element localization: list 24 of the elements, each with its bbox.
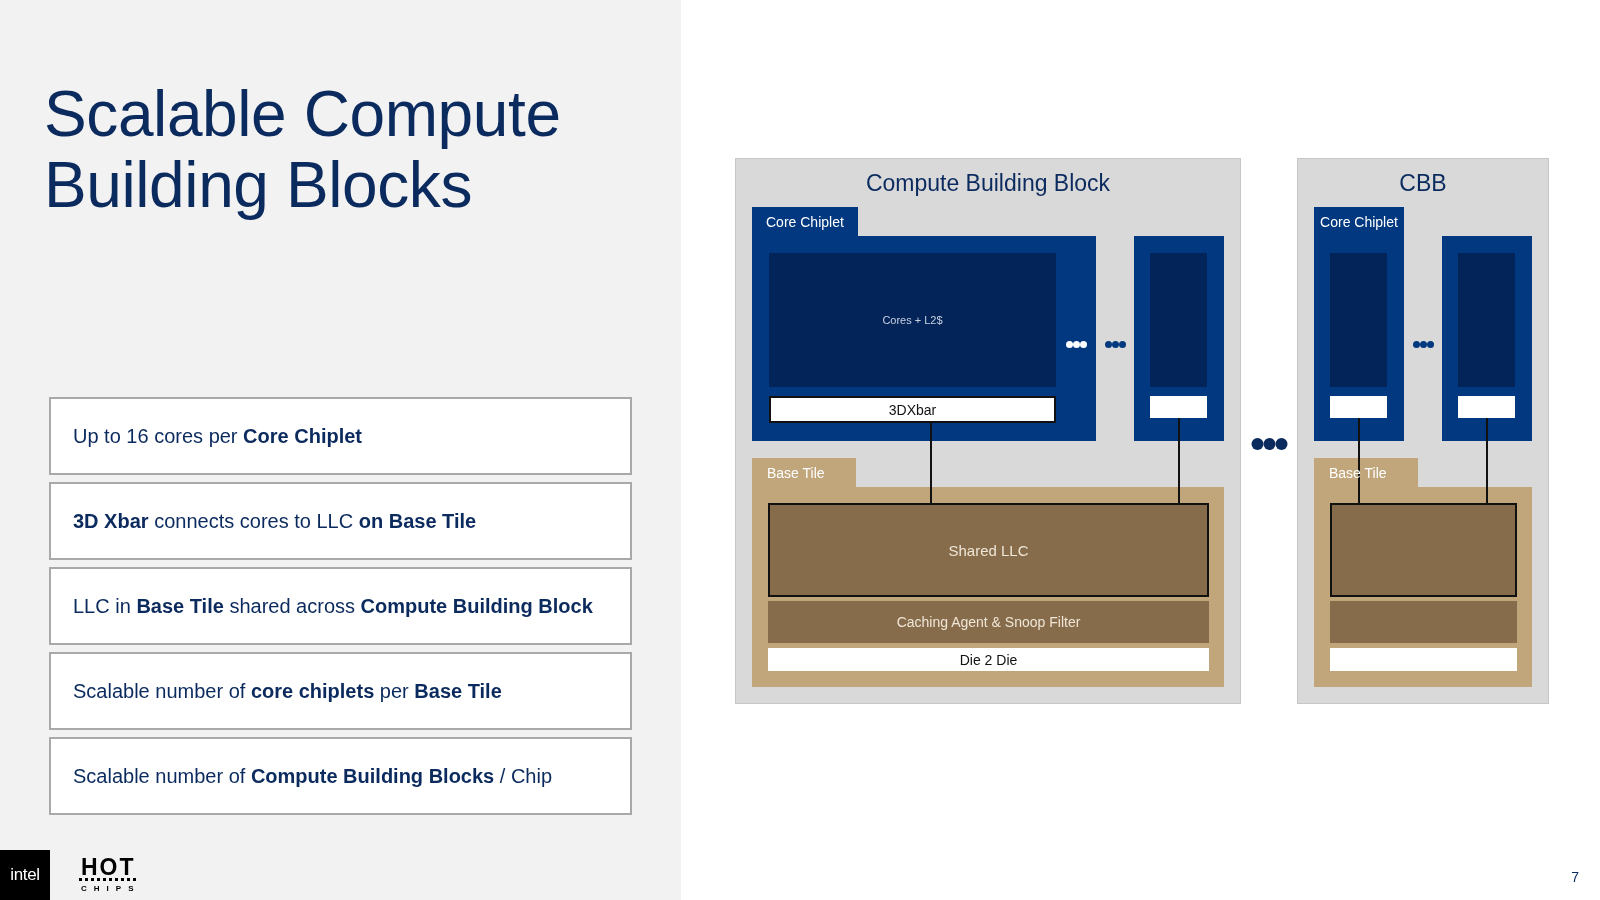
- bullet-text: Scalable number of core chiplets per Base Tile: [73, 679, 502, 703]
- slide-title: Scalable Compute Building Blocks: [44, 79, 562, 221]
- agent-label: Caching Agent & Snoop Filter: [896, 614, 1081, 630]
- ellipsis-icon: [1065, 341, 1087, 348]
- ellipsis-icon: [1250, 438, 1288, 450]
- xbar-label: 3DXbar: [888, 401, 937, 418]
- bullet-text: LLC in Base Tile shared across Compute Building Block: [73, 594, 593, 618]
- bullet-text: 3D Xbar connects cores to LLC on Base Tile: [73, 509, 477, 533]
- page-number: 7: [1571, 869, 1579, 885]
- logo-subtext: CHIPS: [81, 883, 141, 893]
- block-title: Compute Building Block: [865, 169, 1111, 197]
- logo-wordmark: HOT: [79, 857, 136, 881]
- company-logo: intel: [0, 850, 50, 900]
- ellipsis-icon: [1412, 341, 1434, 348]
- chiplet-header-label: Core Chiplet: [752, 207, 858, 236]
- bullet-text: Scalable number of Compute Building Blocks / Chip: [73, 764, 553, 788]
- die-to-die-label: Die 2 Die: [959, 651, 1018, 668]
- llc-label: Shared LLC: [948, 541, 1029, 559]
- bullet-text: Up to 16 cores per Core Chiplet: [73, 424, 362, 448]
- base-tile-label: Base Tile: [767, 464, 825, 481]
- ellipsis-icon: [1104, 341, 1126, 348]
- cores-label: Cores + L2$: [882, 314, 943, 326]
- chiplet-header-label: Core Chiplet: [1314, 207, 1404, 236]
- block-title: CBB: [1399, 169, 1447, 197]
